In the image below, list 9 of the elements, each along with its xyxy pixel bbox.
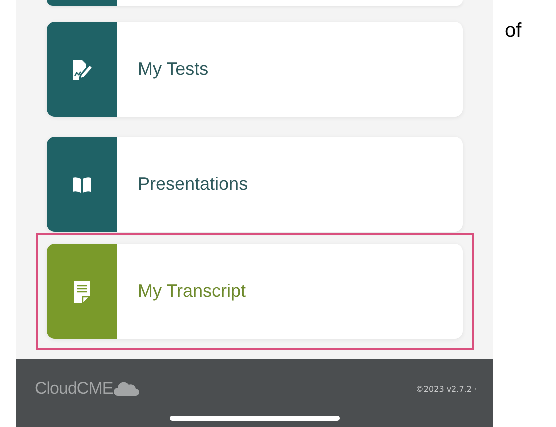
app-logo: CloudCME <box>35 379 114 399</box>
document-pen-icon <box>70 58 94 82</box>
document-icon <box>73 280 91 304</box>
cloud-icon <box>114 382 140 396</box>
menu-card[interactable]: My Transcript <box>36 233 474 350</box>
menu-card[interactable] <box>47 0 463 6</box>
book-icon <box>72 176 92 194</box>
body-text: of <box>505 20 522 44</box>
version-text: ©2023 v2.7.2 · <box>416 384 477 394</box>
